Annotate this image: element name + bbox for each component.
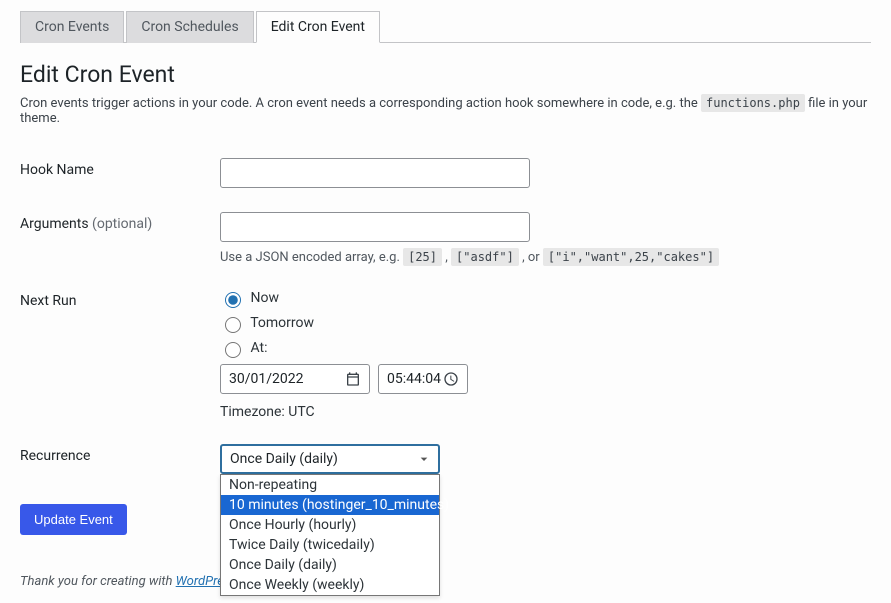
arguments-hint-code3: ["i","want",25,"cakes"] [543,248,719,266]
recurrence-option-nonrepeating[interactable]: Non-repeating [221,475,439,495]
tab-cron-events[interactable]: Cron Events [20,11,124,43]
next-run-time-value: 05:44:04 [387,371,441,387]
update-event-button[interactable]: Update Event [20,504,127,535]
next-run-at-label: At: [250,340,267,356]
arguments-hint-sep2: , or [522,250,543,265]
tabs-nav: Cron Events Cron Schedules Edit Cron Eve… [20,10,871,43]
recurrence-dropdown[interactable]: Non-repeating 10 minutes (hostinger_10_m… [220,474,440,596]
recurrence-option-10min[interactable]: 10 minutes (hostinger_10_minutes) [221,495,439,515]
footer-before: Thank you for creating with [20,574,176,589]
arguments-optional: (optional) [92,216,152,232]
intro-before: Cron events trigger actions in your code… [20,96,701,111]
next-run-at-radio[interactable] [225,342,241,358]
next-run-tomorrow-radio[interactable] [225,317,241,333]
tab-cron-schedules[interactable]: Cron Schedules [126,11,253,43]
next-run-now[interactable]: Now [220,289,861,308]
hook-name-input[interactable] [220,158,530,188]
clock-icon [443,371,459,387]
tab-edit-cron-event[interactable]: Edit Cron Event [256,11,380,43]
footer-credit: Thank you for creating with WordPress. [20,574,240,589]
next-run-label: Next Run [20,277,220,432]
intro-code: functions.php [701,94,805,112]
recurrence-option-hourly[interactable]: Once Hourly (hourly) [221,515,439,535]
next-run-date-input[interactable]: 30/01/2022 [220,364,370,394]
chevron-down-icon [416,451,432,467]
next-run-now-label: Now [250,290,279,306]
arguments-hint-code1: [25] [403,248,442,266]
hook-name-label: Hook Name [20,146,220,200]
recurrence-selected: Once Daily (daily) [230,451,338,467]
intro-text: Cron events trigger actions in your code… [20,96,871,126]
next-run-date-value: 30/01/2022 [229,371,304,387]
arguments-hint: Use a JSON encoded array, e.g. [25] , ["… [220,250,861,265]
recurrence-option-weekly[interactable]: Once Weekly (weekly) [221,575,439,595]
recurrence-option-daily[interactable]: Once Daily (daily) [221,555,439,575]
next-run-now-radio[interactable] [225,292,241,308]
next-run-tomorrow[interactable]: Tomorrow [220,314,861,333]
timezone-text: Timezone: UTC [220,404,861,420]
next-run-tomorrow-label: Tomorrow [250,315,314,331]
arguments-hint-code2: ["asdf"] [451,248,519,266]
recurrence-option-twicedaily[interactable]: Twice Daily (twicedaily) [221,535,439,555]
recurrence-select[interactable]: Once Daily (daily) [220,444,440,474]
next-run-at[interactable]: At: [220,339,861,358]
recurrence-label: Recurrence [20,432,220,486]
next-run-time-input[interactable]: 05:44:04 [378,364,468,394]
arguments-label: Arguments [20,216,92,232]
arguments-label-cell: Arguments (optional) [20,200,220,277]
arguments-input[interactable] [220,212,530,242]
calendar-icon [345,371,361,387]
arguments-hint-prefix: Use a JSON encoded array, e.g. [220,250,403,265]
page-title: Edit Cron Event [20,61,871,88]
